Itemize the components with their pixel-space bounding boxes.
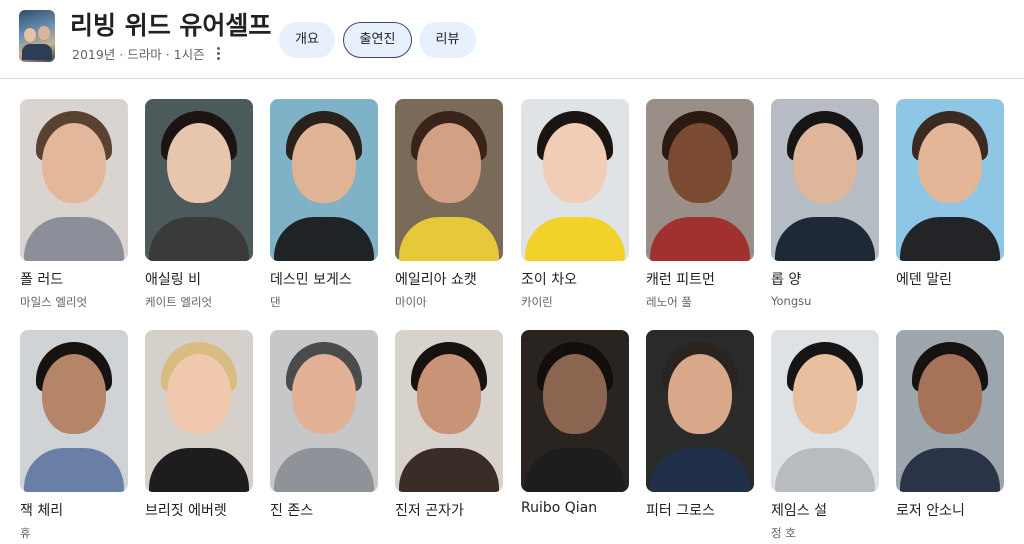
tab-overview[interactable]: 개요 [279,22,335,58]
cast-photo[interactable] [646,330,754,492]
cast-photo[interactable] [771,99,879,261]
cast-card[interactable]: 잭 체리휴 [20,330,128,541]
cast-name[interactable]: 롭 양 [771,269,879,289]
cast-name[interactable]: 애실링 비 [145,269,253,289]
cast-card[interactable]: 피터 그로스 [646,330,754,525]
show-meta-text: 2019년 · 드라마 · 1시즌 [72,47,205,62]
cast-card[interactable]: 캐런 피트먼레노어 풀 [646,99,754,310]
cast-role: 레노어 풀 [646,295,692,309]
cast-role: 휴 [20,526,31,540]
cast-card[interactable]: 폴 러드마일스 엘리엇 [20,99,128,310]
cast-photo[interactable] [145,99,253,261]
cast-card[interactable]: 조이 차오카이린 [521,99,629,310]
cast-card[interactable]: 데스민 보게스댄 [270,99,378,310]
cast-role: 정 호 [771,526,796,540]
cast-photo[interactable] [20,330,128,492]
cast-photo[interactable] [521,330,629,492]
cast-card[interactable]: 에일리아 쇼캣마이아 [395,99,503,310]
cast-photo[interactable] [20,99,128,261]
cast-photo[interactable] [896,99,1004,261]
cast-photo[interactable] [646,99,754,261]
tab-cast[interactable]: 출연진 [343,22,412,58]
cast-photo[interactable] [145,330,253,492]
cast-name[interactable]: 제임스 설 [771,500,879,520]
show-poster[interactable] [19,10,55,62]
cast-name[interactable]: 폴 러드 [20,269,128,289]
cast-name[interactable]: 조이 차오 [521,269,629,289]
cast-name[interactable]: 진 존스 [270,500,378,520]
cast-role: 카이린 [521,295,553,309]
cast-card[interactable]: 브리짓 에버렛 [145,330,253,525]
cast-card[interactable]: Ruibo Qian [521,330,629,521]
cast-role: 마이아 [395,295,427,309]
cast-role: 댄 [270,295,281,309]
cast-name[interactable]: 에일리아 쇼캣 [395,269,503,289]
cast-card[interactable]: 애실링 비케이트 엘리엇 [145,99,253,310]
cast-photo[interactable] [521,99,629,261]
cast-photo[interactable] [270,99,378,261]
cast-card[interactable]: 제임스 설정 호 [771,330,879,541]
cast-name[interactable]: 로저 안소니 [896,500,1004,520]
tab-reviews[interactable]: 리뷰 [419,22,476,58]
cast-role: 케이트 엘리엇 [145,295,213,309]
cast-name[interactable]: 에덴 말린 [896,269,1004,289]
cast-name[interactable]: Ruibo Qian [521,500,629,516]
cast-card[interactable]: 진 존스 [270,330,378,525]
cast-photo[interactable] [771,330,879,492]
cast-name[interactable]: 진저 곤자가 [395,500,503,520]
cast-card[interactable]: 에덴 말린 [896,99,1004,294]
cast-photo[interactable] [395,99,503,261]
cast-name[interactable]: 데스민 보게스 [270,269,378,289]
cast-name[interactable]: 피터 그로스 [646,500,754,520]
cast-name[interactable]: 잭 체리 [20,500,128,520]
show-title: 리빙 위드 유어셀프 [70,11,272,40]
cast-role: 마일스 엘리엇 [20,295,88,309]
cast-photo[interactable] [395,330,503,492]
cast-card[interactable]: 진저 곤자가 [395,330,503,525]
cast-role: Yongsu [771,294,812,308]
show-header: 리빙 위드 유어셀프 2019년 · 드라마 · 1시즌 개요 출연진 리뷰 [0,0,1024,79]
cast-name[interactable]: 브리짓 에버렛 [145,500,253,520]
cast-photo[interactable] [270,330,378,492]
show-meta: 2019년 · 드라마 · 1시즌 [72,44,221,63]
cast-name[interactable]: 캐런 피트먼 [646,269,754,289]
cast-photo[interactable] [896,330,1004,492]
cast-card[interactable]: 롭 양 Yongsu [771,99,879,308]
more-options-icon[interactable] [216,45,221,62]
cast-card[interactable]: 로저 안소니 [896,330,1004,525]
